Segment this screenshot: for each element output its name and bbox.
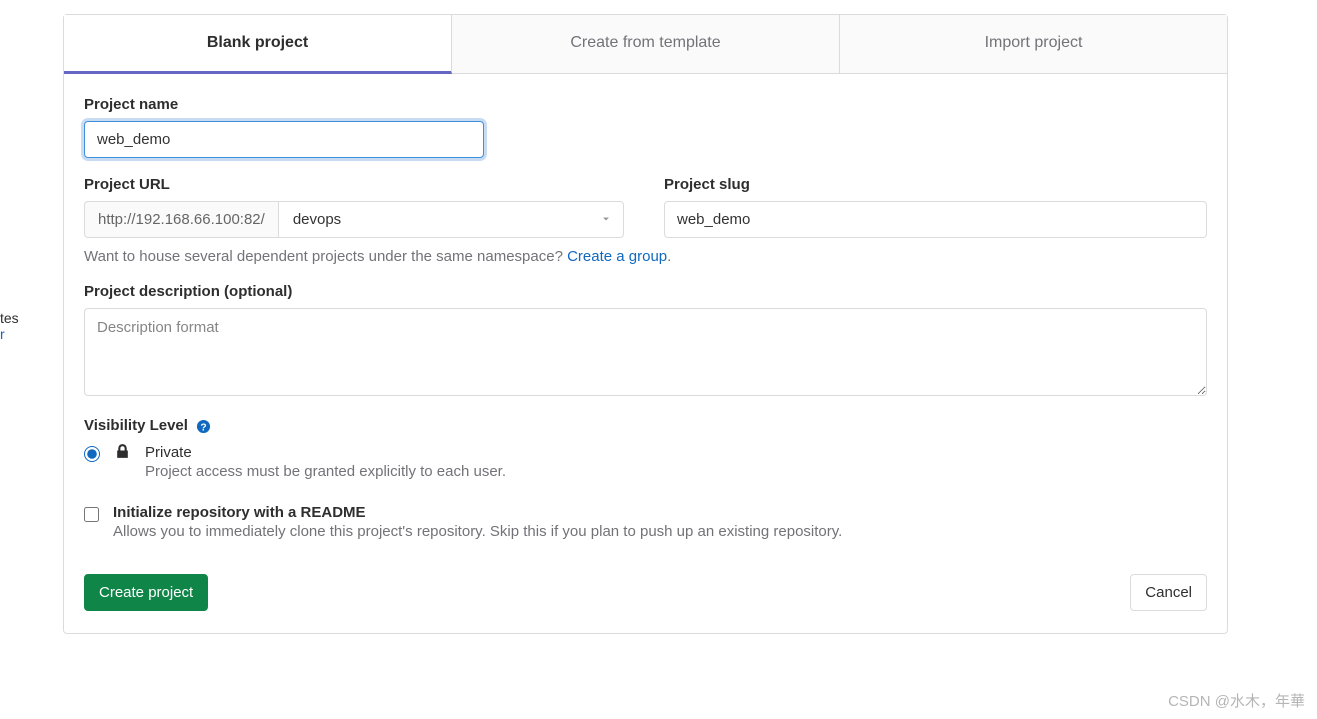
lock-icon bbox=[114, 443, 131, 463]
readme-checkbox[interactable] bbox=[84, 507, 99, 522]
project-slug-input[interactable] bbox=[664, 201, 1207, 238]
project-url-group: Project URL http://192.168.66.100:82/ de… bbox=[84, 176, 624, 238]
visibility-private-desc: Project access must be granted explicitl… bbox=[145, 463, 506, 480]
description-textarea[interactable] bbox=[84, 308, 1207, 396]
namespace-hint-suffix: . bbox=[667, 248, 671, 265]
project-slug-group: Project slug bbox=[664, 176, 1207, 238]
project-url-label: Project URL bbox=[84, 176, 624, 193]
project-tabs: Blank project Create from template Impor… bbox=[64, 15, 1227, 74]
visibility-private-row: Private Project access must be granted e… bbox=[84, 444, 1207, 480]
readme-label: Initialize repository with a README bbox=[113, 504, 842, 521]
sidebar-text-1: tes bbox=[0, 310, 19, 326]
form-actions: Create project Cancel bbox=[84, 574, 1207, 611]
description-label: Project description (optional) bbox=[84, 283, 1207, 300]
namespace-hint-text: Want to house several dependent projects… bbox=[84, 248, 567, 265]
visibility-group: Visibility Level ? Private Project acces… bbox=[84, 417, 1207, 480]
tab-create-from-template[interactable]: Create from template bbox=[452, 15, 840, 73]
project-name-group: Project name bbox=[84, 96, 1207, 158]
create-group-link[interactable]: Create a group bbox=[567, 248, 667, 265]
watermark: CSDN @水木，年華 bbox=[1168, 690, 1305, 711]
url-slug-row: Project URL http://192.168.66.100:82/ de… bbox=[84, 176, 1207, 238]
svg-text:?: ? bbox=[200, 422, 206, 433]
visibility-private-radio[interactable] bbox=[84, 446, 100, 462]
cancel-button[interactable]: Cancel bbox=[1130, 574, 1207, 611]
question-circle-icon[interactable]: ? bbox=[196, 419, 211, 434]
form-body: Project name Project URL http://192.168.… bbox=[64, 74, 1227, 633]
sidebar-fragment: tes r bbox=[0, 310, 19, 342]
project-name-label: Project name bbox=[84, 96, 1207, 113]
tab-import-project[interactable]: Import project bbox=[840, 15, 1227, 73]
namespace-hint: Want to house several dependent projects… bbox=[84, 248, 1207, 265]
readme-row: Initialize repository with a README Allo… bbox=[84, 504, 1207, 540]
description-group: Project description (optional) bbox=[84, 283, 1207, 399]
project-name-input[interactable] bbox=[84, 121, 484, 158]
url-input-group: http://192.168.66.100:82/ devops bbox=[84, 201, 624, 238]
visibility-label-text: Visibility Level bbox=[84, 417, 188, 434]
create-project-button[interactable]: Create project bbox=[84, 574, 208, 611]
visibility-label: Visibility Level ? bbox=[84, 417, 1207, 434]
sidebar-text-2: r bbox=[0, 326, 19, 342]
project-slug-label: Project slug bbox=[664, 176, 1207, 193]
tab-blank-project[interactable]: Blank project bbox=[64, 15, 452, 74]
url-prefix: http://192.168.66.100:82/ bbox=[84, 201, 278, 238]
visibility-private-label: Private bbox=[145, 444, 506, 461]
new-project-panel: Blank project Create from template Impor… bbox=[63, 14, 1228, 634]
readme-desc: Allows you to immediately clone this pro… bbox=[113, 523, 842, 540]
namespace-select[interactable]: devops bbox=[278, 201, 624, 238]
